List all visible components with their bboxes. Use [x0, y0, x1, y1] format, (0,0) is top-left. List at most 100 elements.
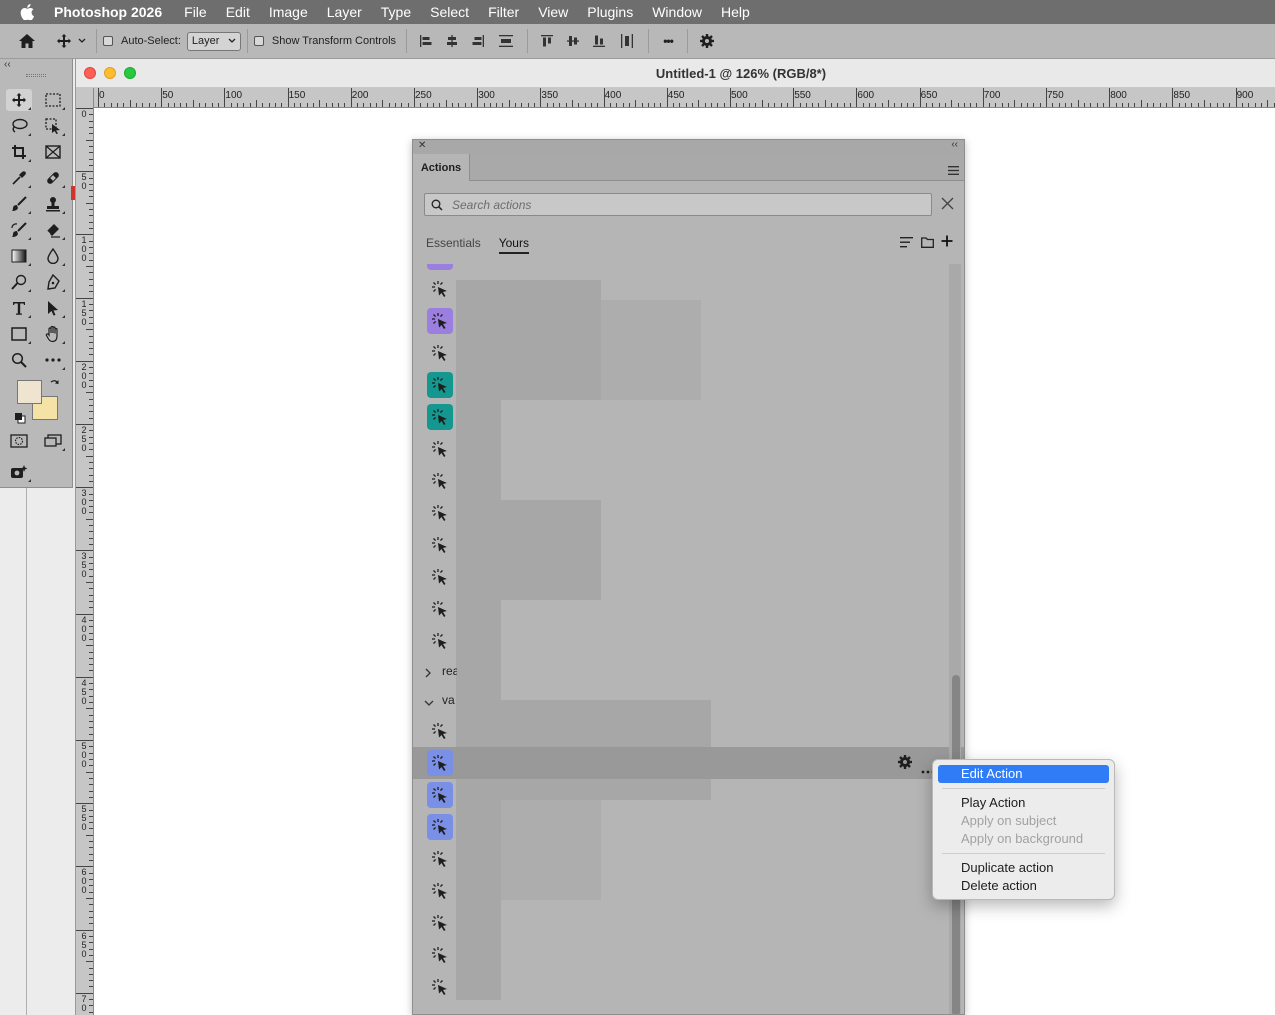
dodge-tool[interactable] — [6, 271, 32, 293]
menu-help[interactable]: Help — [721, 4, 750, 20]
move-tool[interactable] — [6, 89, 32, 111]
hand-tool[interactable] — [40, 323, 66, 345]
edit-toolbar-button[interactable] — [40, 349, 66, 371]
vertical-ruler[interactable]: 0 5 0 1 0 0 1 5 0 2 0 0 2 5 0 3 0 0 3 5 0 4 0 0 4… — [76, 88, 94, 1015]
pen-tool[interactable] — [40, 271, 66, 293]
menu-duplicate-action[interactable]: Duplicate action — [938, 859, 1109, 877]
menu-edit[interactable]: Edit — [226, 4, 250, 20]
screen-mode-button[interactable] — [40, 430, 66, 452]
action-row[interactable] — [413, 779, 964, 811]
add-action-icon[interactable] — [941, 234, 953, 252]
action-row[interactable] — [413, 593, 964, 625]
move-tool-icon[interactable] — [54, 30, 74, 52]
history-brush-tool[interactable] — [6, 219, 32, 241]
align-horizontal-center-icon[interactable] — [439, 30, 465, 52]
action-row[interactable] — [413, 369, 964, 401]
frame-tool[interactable] — [40, 141, 66, 163]
align-vertical-center-icon[interactable] — [560, 30, 586, 52]
menu-play-action[interactable]: Play Action — [938, 794, 1109, 812]
tool-preset-chevron-icon[interactable] — [74, 30, 90, 52]
collapse-panel-icon[interactable]: ‹‹ — [4, 59, 11, 70]
collapse-panel-icon[interactable]: ‹‹ — [951, 140, 958, 150]
panel-grip[interactable] — [26, 74, 46, 77]
action-row[interactable] — [413, 337, 964, 369]
horizontal-ruler[interactable]: 0 50 100 150 200 250 300 350 400 450 500 550 600 650 7… — [94, 88, 1275, 108]
clone-stamp-tool[interactable] — [40, 193, 66, 215]
brush-tool[interactable] — [6, 193, 32, 215]
gear-icon[interactable] — [897, 754, 913, 775]
align-bottom-icon[interactable] — [586, 30, 612, 52]
tab-actions[interactable]: Actions — [413, 154, 470, 181]
action-set-row[interactable]: va — [413, 685, 964, 714]
generative-tool[interactable] — [6, 461, 32, 483]
menu-image[interactable]: Image — [269, 4, 308, 20]
action-row[interactable] — [413, 843, 964, 875]
gear-icon[interactable] — [694, 30, 720, 52]
apple-icon[interactable] — [0, 4, 54, 20]
object-selection-tool[interactable] — [40, 115, 66, 137]
zoom-tool[interactable] — [6, 349, 32, 371]
type-tool[interactable] — [6, 297, 32, 319]
menu-window[interactable]: Window — [652, 4, 702, 20]
action-row[interactable] — [413, 305, 964, 337]
more-options-icon[interactable]: ••• — [655, 30, 681, 52]
action-row[interactable] — [413, 401, 964, 433]
align-top-icon[interactable] — [534, 30, 560, 52]
swap-colors-icon[interactable] — [49, 377, 61, 395]
action-row[interactable] — [413, 625, 964, 657]
menu-edit-action[interactable]: Edit Action — [938, 765, 1109, 783]
path-selection-tool[interactable] — [40, 297, 66, 319]
filter-yours[interactable]: Yours — [498, 236, 529, 254]
lasso-tool[interactable] — [6, 115, 32, 137]
align-left-icon[interactable] — [413, 30, 439, 52]
crop-tool[interactable] — [6, 141, 32, 163]
default-colors-icon[interactable] — [14, 411, 26, 429]
action-row[interactable] — [413, 939, 964, 971]
document-title-bar[interactable]: Untitled-1 @ 126% (RGB/8*) — [76, 59, 1275, 88]
foreground-color-swatch[interactable] — [17, 380, 42, 404]
menu-select[interactable]: Select — [430, 4, 469, 20]
action-row[interactable] — [413, 465, 964, 497]
align-right-icon[interactable] — [465, 30, 491, 52]
app-name-menu[interactable]: Photoshop 2026 — [54, 4, 162, 20]
action-row[interactable] — [413, 273, 964, 305]
action-row[interactable] — [413, 715, 964, 747]
home-icon[interactable] — [0, 30, 54, 52]
eraser-tool[interactable] — [40, 219, 66, 241]
action-row-selected[interactable] — [413, 747, 964, 779]
menu-plugins[interactable]: Plugins — [587, 4, 633, 20]
panel-menu-icon[interactable] — [948, 162, 959, 180]
show-transform-checkbox[interactable] — [253, 36, 264, 46]
rectangle-tool[interactable] — [6, 323, 32, 345]
menu-view[interactable]: View — [538, 4, 568, 20]
action-set-row[interactable]: rea — [413, 656, 964, 685]
close-panel-icon[interactable]: ✕ — [418, 140, 426, 151]
menu-type[interactable]: Type — [381, 4, 411, 20]
action-row[interactable] — [413, 875, 964, 907]
action-row[interactable] — [413, 561, 964, 593]
blur-tool[interactable] — [40, 245, 66, 267]
filter-essentials[interactable]: Essentials — [426, 236, 481, 254]
menu-delete-action[interactable]: Delete action — [938, 877, 1109, 895]
action-row[interactable] — [413, 907, 964, 939]
marquee-tool[interactable] — [40, 89, 66, 111]
action-row[interactable] — [413, 497, 964, 529]
distribute-vertical-icon[interactable] — [491, 30, 521, 52]
auto-select-checkbox[interactable] — [103, 36, 113, 46]
eyedropper-tool[interactable] — [6, 167, 32, 189]
gradient-tool[interactable] — [6, 245, 32, 267]
chevron-right-icon[interactable] — [424, 665, 432, 683]
action-row[interactable] — [413, 811, 964, 843]
menu-layer[interactable]: Layer — [327, 4, 362, 20]
action-row[interactable] — [413, 433, 964, 465]
chevron-down-icon[interactable] — [424, 694, 434, 712]
action-row[interactable] — [413, 971, 964, 1003]
new-set-folder-icon[interactable] — [921, 235, 934, 253]
auto-select-dropdown[interactable]: Layer — [186, 31, 241, 51]
distribute-horizontal-icon[interactable] — [612, 30, 642, 52]
clear-search-icon[interactable] — [941, 197, 954, 215]
menu-filter[interactable]: Filter — [488, 4, 519, 20]
panel-header[interactable]: ✕ ‹‹ — [413, 140, 964, 154]
menu-file[interactable]: File — [184, 4, 207, 20]
quick-mask-button[interactable] — [6, 430, 32, 452]
